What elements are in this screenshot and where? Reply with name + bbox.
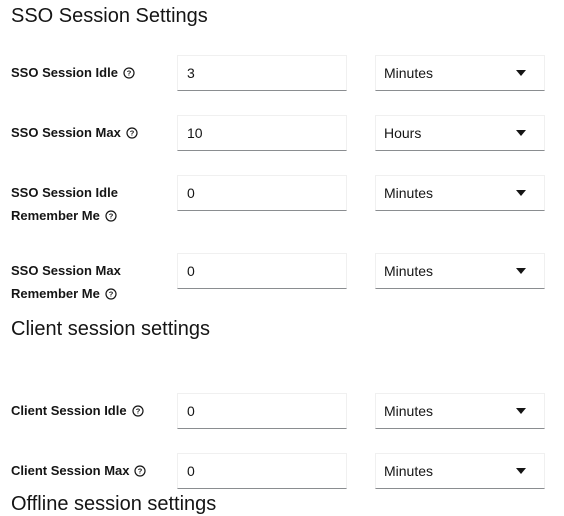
client-session-idle-value[interactable] [178,394,346,428]
select-value: Minutes [384,185,434,201]
client-session-idle-row: Client Session Idle? Minutes [0,393,564,429]
help-icon[interactable]: ? [131,405,144,417]
label-text: SSO Session Max [11,263,121,278]
label-text: Client Session Max [11,463,130,478]
select-value: Minutes [384,463,434,479]
label-text: SSO Session Idle [11,65,118,80]
label-text: Client Session Idle [11,403,127,418]
svg-text:?: ? [109,290,114,299]
caret-down-icon [516,190,526,196]
sso-session-max-row: SSO Session Max? Hours [0,115,564,151]
label-text: Remember Me [11,208,100,223]
caret-down-icon [516,268,526,274]
svg-text:?: ? [130,129,135,138]
caret-down-icon [516,130,526,136]
caret-down-icon [516,408,526,414]
sso-session-idle-input[interactable] [177,55,347,91]
sso-session-idle-remember-me-row: SSO Session Idle Remember Me? Minutes [0,175,564,223]
help-icon[interactable]: ? [134,465,147,477]
select-value: Minutes [384,263,434,279]
sso-session-max-value[interactable] [178,116,346,150]
sso-session-max-input[interactable] [177,115,347,151]
sso-session-max-remember-me-row: SSO Session Max Remember Me? Minutes [0,253,564,301]
sso-session-idle-remember-me-unit-select[interactable]: Minutes [375,175,545,211]
label-text: SSO Session Max [11,125,121,140]
caret-down-icon [516,70,526,76]
sso-session-idle-row: SSO Session Idle? Minutes [0,55,564,91]
sso-session-max-remember-me-label: SSO Session Max Remember Me? [11,259,166,305]
svg-text:?: ? [127,69,132,78]
help-icon[interactable]: ? [123,67,135,79]
client-session-idle-label: Client Session Idle? [11,399,166,422]
client-session-max-unit-select[interactable]: Minutes [375,453,545,489]
sso-session-max-remember-me-value[interactable] [178,254,346,288]
offline-section-title: Offline session settings [11,493,217,515]
sso-session-idle-remember-me-input[interactable] [177,175,347,211]
label-text: SSO Session Idle [11,185,118,200]
help-icon[interactable]: ? [126,127,138,139]
select-value: Minutes [384,403,434,419]
svg-text:?: ? [138,467,143,476]
svg-text:?: ? [109,212,114,221]
svg-text:?: ? [135,407,140,416]
help-icon[interactable]: ? [105,210,117,222]
client-session-idle-unit-select[interactable]: Minutes [375,393,545,429]
client-session-idle-input[interactable] [177,393,347,429]
client-session-max-input[interactable] [177,453,347,489]
sso-session-idle-value[interactable] [178,56,346,90]
client-session-max-value[interactable] [178,454,346,488]
client-session-max-label: Client Session Max? [11,459,166,482]
caret-down-icon [516,468,526,474]
sso-session-idle-remember-me-label: SSO Session Idle Remember Me? [11,181,166,227]
sso-session-max-unit-select[interactable]: Hours [375,115,545,151]
select-value: Hours [384,125,422,141]
sso-session-max-remember-me-unit-select[interactable]: Minutes [375,253,545,289]
sso-session-idle-label: SSO Session Idle? [11,61,166,84]
sso-session-idle-unit-select[interactable]: Minutes [375,55,545,91]
sso-session-idle-remember-me-value[interactable] [178,176,346,210]
sso-session-max-remember-me-input[interactable] [177,253,347,289]
sso-section-title: SSO Session Settings [11,5,208,27]
select-value: Minutes [384,65,434,81]
sso-session-max-label: SSO Session Max? [11,121,166,144]
label-text: Remember Me [11,286,100,301]
client-session-max-row: Client Session Max? Minutes [0,453,564,489]
help-icon[interactable]: ? [105,288,117,300]
client-section-title: Client session settings [11,318,210,340]
